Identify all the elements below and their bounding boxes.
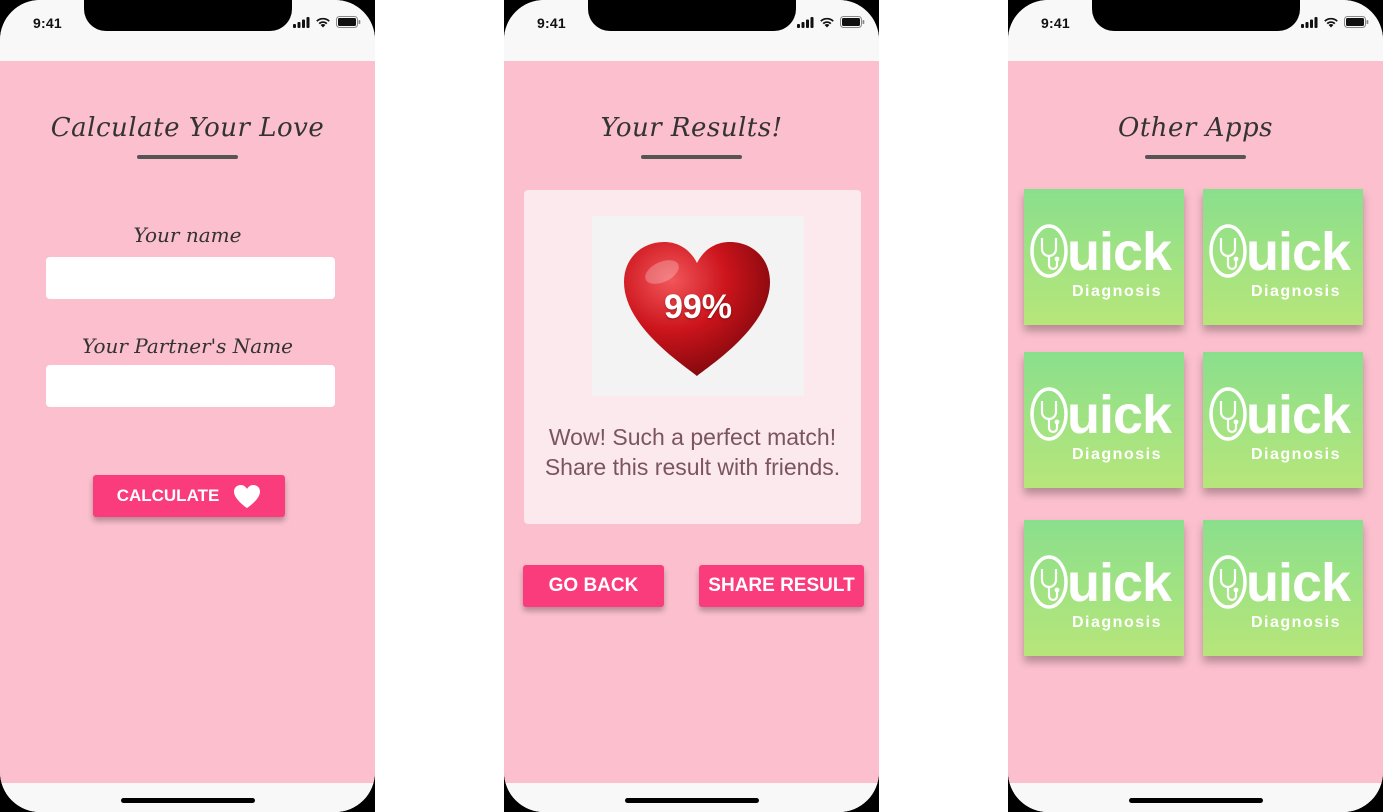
status-time: 9:41 bbox=[33, 15, 62, 31]
phone-frame: 9:41 Other Apps uick Diagnosis uick Diag… bbox=[1008, 0, 1383, 812]
title-underline bbox=[1145, 155, 1246, 159]
app-tile-quick-diagnosis[interactable]: uick Diagnosis bbox=[1024, 189, 1184, 325]
partner-name-input[interactable] bbox=[46, 365, 335, 407]
app-tile-subtitle: Diagnosis bbox=[1072, 283, 1162, 300]
battery-icon bbox=[1344, 16, 1369, 28]
calculate-button-label: CALCULATE bbox=[116, 486, 220, 505]
stethoscope-logo-icon bbox=[1209, 387, 1247, 441]
heart-image: 99% bbox=[592, 216, 804, 396]
result-card: 99% Wow! Such a perfect match! Share thi… bbox=[524, 190, 861, 524]
stethoscope-logo-icon bbox=[1209, 555, 1247, 609]
status-time: 9:41 bbox=[1041, 15, 1070, 31]
result-message-line2: Share this result with friends. bbox=[544, 454, 841, 480]
app-tile-subtitle: Diagnosis bbox=[1072, 614, 1162, 631]
app-tile-quick-diagnosis[interactable]: uick Diagnosis bbox=[1024, 520, 1184, 656]
go-back-button[interactable]: GO BACK bbox=[523, 565, 664, 607]
home-indicator[interactable] bbox=[1129, 798, 1263, 803]
status-bar: 9:41 bbox=[504, 0, 879, 61]
app-tile-subtitle: Diagnosis bbox=[1251, 614, 1341, 631]
home-indicator-area bbox=[504, 783, 879, 812]
signal-icon bbox=[1301, 16, 1318, 28]
calculate-content: Calculate Your Love Your name Your Partn… bbox=[0, 61, 375, 783]
status-bar: 9:41 bbox=[1008, 0, 1383, 61]
battery-icon bbox=[336, 16, 361, 28]
app-tile-name: uick bbox=[1067, 553, 1172, 613]
stethoscope-logo-icon bbox=[1030, 224, 1068, 278]
match-percentage: 99% bbox=[663, 288, 733, 326]
share-result-button[interactable]: SHARE RESULT bbox=[699, 565, 864, 607]
app-tile-name: uick bbox=[1246, 222, 1351, 282]
app-tile-name: uick bbox=[1246, 553, 1351, 613]
page-title: Calculate Your Love bbox=[50, 113, 325, 143]
notch bbox=[84, 0, 292, 31]
results-content: Your Results! 99% Wow! Such a perfect ma… bbox=[504, 61, 879, 783]
heart-icon bbox=[234, 484, 261, 508]
app-tile-quick-diagnosis[interactable]: uick Diagnosis bbox=[1203, 352, 1363, 488]
your-name-label: Your name bbox=[133, 223, 242, 247]
signal-icon bbox=[293, 16, 310, 28]
title-underline bbox=[641, 155, 742, 159]
app-tile-name: uick bbox=[1067, 222, 1172, 282]
your-name-input[interactable] bbox=[46, 257, 335, 299]
phone-other-apps-screen: 9:41 Other Apps uick Diagnosis uick Diag… bbox=[1008, 0, 1383, 812]
other-apps-content: Other Apps uick Diagnosis uick Diagnosis… bbox=[1008, 61, 1383, 783]
wifi-icon bbox=[1324, 17, 1338, 27]
stethoscope-logo-icon bbox=[1030, 387, 1068, 441]
status-icons bbox=[1301, 16, 1369, 28]
wifi-icon bbox=[820, 17, 834, 27]
app-tile-quick-diagnosis[interactable]: uick Diagnosis bbox=[1203, 520, 1363, 656]
app-tile-name: uick bbox=[1246, 385, 1351, 445]
status-icons bbox=[797, 16, 865, 28]
title-underline bbox=[137, 155, 238, 159]
calculate-button[interactable]: CALCULATE bbox=[93, 475, 285, 517]
notch bbox=[1092, 0, 1300, 31]
app-tile-subtitle: Diagnosis bbox=[1251, 446, 1341, 463]
home-indicator[interactable] bbox=[121, 798, 255, 803]
app-tile-name: uick bbox=[1067, 385, 1172, 445]
page-title: Other Apps bbox=[1118, 113, 1273, 143]
notch bbox=[588, 0, 796, 31]
app-tile-quick-diagnosis[interactable]: uick Diagnosis bbox=[1203, 189, 1363, 325]
app-tile-quick-diagnosis[interactable]: uick Diagnosis bbox=[1024, 352, 1184, 488]
status-time: 9:41 bbox=[537, 15, 566, 31]
partner-name-label: Your Partner's Name bbox=[81, 334, 293, 358]
home-indicator-area bbox=[1008, 783, 1383, 812]
phone-frame: 9:41 Calculate Your Love Your name Your … bbox=[0, 0, 375, 812]
stethoscope-logo-icon bbox=[1030, 555, 1068, 609]
status-icons bbox=[293, 16, 361, 28]
app-tile-subtitle: Diagnosis bbox=[1072, 446, 1162, 463]
battery-icon bbox=[840, 16, 865, 28]
app-tile-subtitle: Diagnosis bbox=[1251, 283, 1341, 300]
page-title: Your Results! bbox=[600, 113, 783, 143]
stethoscope-logo-icon bbox=[1209, 224, 1247, 278]
phone-results-screen: 9:41 Your Results! 99% Wow! Such a perfe… bbox=[504, 0, 879, 812]
phone-frame: 9:41 Your Results! 99% Wow! Such a perfe… bbox=[504, 0, 879, 812]
result-message-line1: Wow! Such a perfect match! bbox=[548, 424, 837, 450]
result-message: Wow! Such a perfect match! Share this re… bbox=[524, 422, 861, 482]
wifi-icon bbox=[316, 17, 330, 27]
status-bar: 9:41 bbox=[0, 0, 375, 61]
signal-icon bbox=[797, 16, 814, 28]
home-indicator[interactable] bbox=[625, 798, 759, 803]
phone-calculate-screen: 9:41 Calculate Your Love Your name Your … bbox=[0, 0, 375, 812]
home-indicator-area bbox=[0, 783, 375, 812]
